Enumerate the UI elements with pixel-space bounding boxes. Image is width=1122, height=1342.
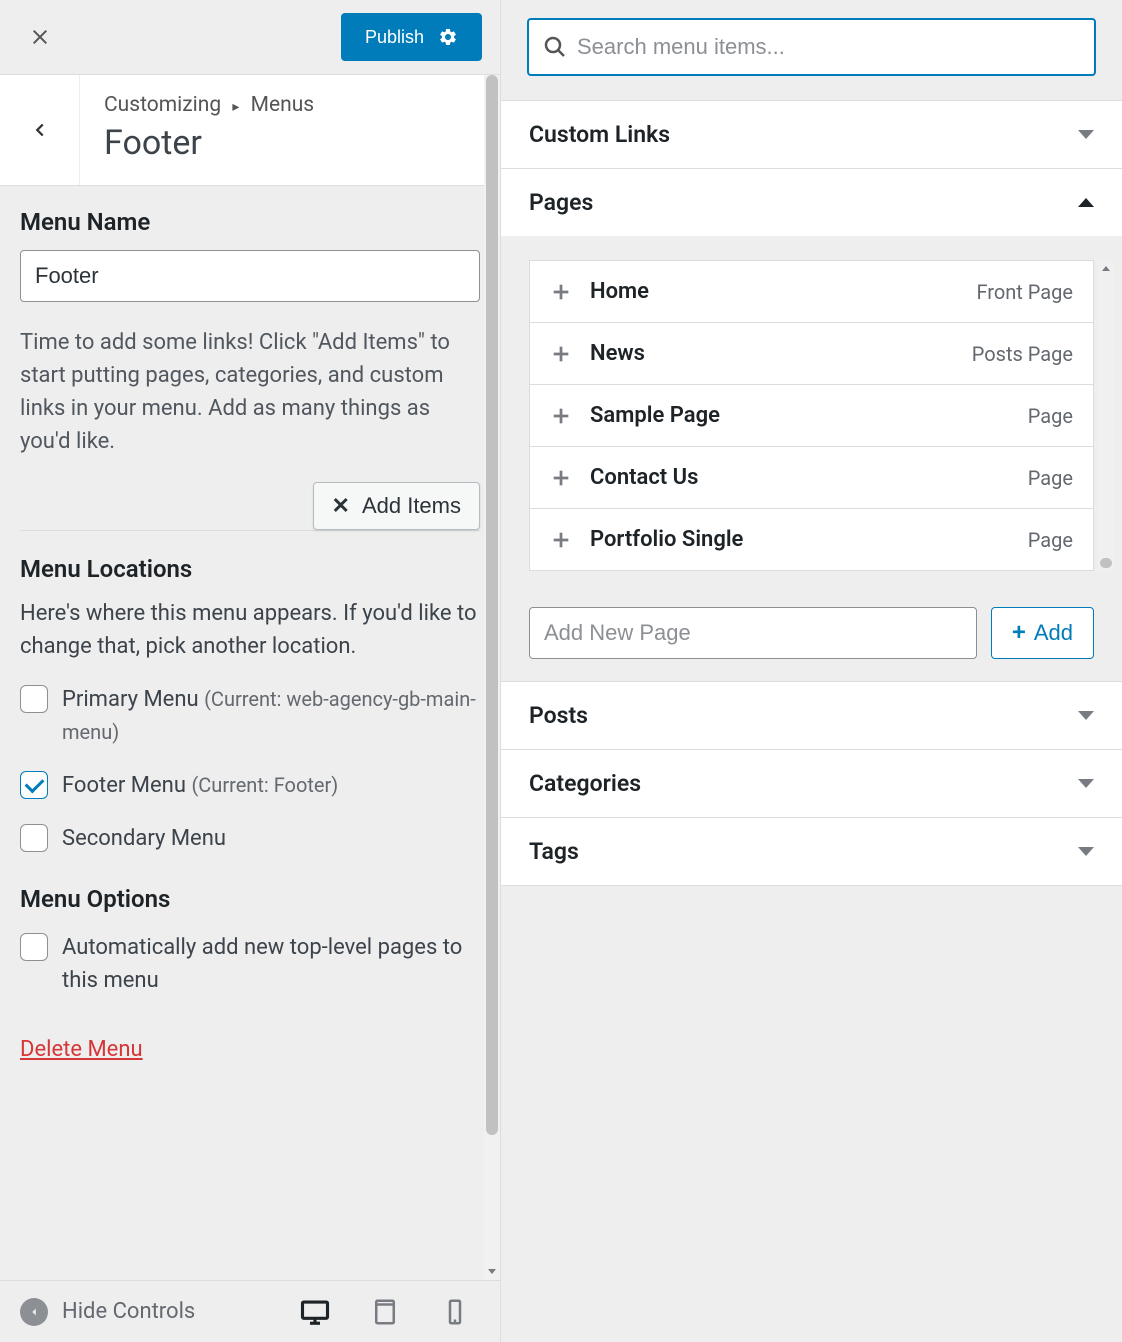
primary-menu-checkbox[interactable] <box>20 685 48 713</box>
accordion-categories[interactable]: Categories <box>501 750 1122 817</box>
chevron-down-icon <box>1078 779 1094 788</box>
back-button[interactable] <box>0 75 80 185</box>
add-items-description: Time to add some links! Click "Add Items… <box>20 326 480 458</box>
page-type: Page <box>1028 528 1073 552</box>
publish-button[interactable]: Publish <box>341 13 482 61</box>
collapse-icon <box>20 1298 48 1326</box>
page-type: Page <box>1028 466 1073 490</box>
caret-right-icon: ▸ <box>232 99 239 115</box>
menu-name-input[interactable] <box>20 250 480 302</box>
page-title: Contact Us <box>590 465 1028 490</box>
desktop-icon[interactable] <box>300 1297 330 1327</box>
menu-locations-title: Menu Locations <box>20 555 480 583</box>
accordion-title: Tags <box>529 838 579 865</box>
chevron-down-icon <box>1078 130 1094 139</box>
primary-menu-label: Primary Menu <box>62 687 199 712</box>
tablet-icon[interactable] <box>370 1297 400 1327</box>
accordion-title: Categories <box>529 770 641 797</box>
plus-icon <box>550 405 572 427</box>
x-icon: ✕ <box>332 493 350 519</box>
scrollbar[interactable] <box>484 75 500 1280</box>
add-items-button[interactable]: ✕ Add Items <box>313 482 480 530</box>
close-button[interactable] <box>0 0 80 75</box>
footer-menu-hint: (Current: Footer) <box>191 773 338 797</box>
page-title: Footer <box>104 123 476 163</box>
plus-icon <box>550 529 572 551</box>
mobile-icon[interactable] <box>440 1297 470 1327</box>
accordion-tags[interactable]: Tags <box>501 818 1122 885</box>
accordion-title: Pages <box>529 189 593 216</box>
page-item-news[interactable]: News Posts Page <box>530 323 1093 385</box>
add-new-page-input[interactable] <box>529 607 977 659</box>
search-input[interactable] <box>577 34 1080 60</box>
chevron-down-icon <box>1078 711 1094 720</box>
plus-icon <box>550 467 572 489</box>
page-title: Portfolio Single <box>590 527 1028 552</box>
page-item-portfolio[interactable]: Portfolio Single Page <box>530 509 1093 570</box>
chevron-left-icon <box>29 119 51 141</box>
menu-options-title: Menu Options <box>20 885 480 913</box>
breadcrumb-section: Menus <box>251 93 314 117</box>
page-title: Home <box>590 279 976 304</box>
breadcrumb-parent: Customizing <box>104 93 221 117</box>
hide-controls-label: Hide Controls <box>62 1299 195 1324</box>
add-page-button[interactable]: + Add <box>991 607 1094 659</box>
auto-add-checkbox[interactable] <box>20 933 48 961</box>
publish-label: Publish <box>365 27 424 48</box>
hide-controls-button[interactable]: Hide Controls <box>20 1298 195 1326</box>
scrollbar-arrow-down-icon[interactable] <box>486 1264 498 1278</box>
footer-menu-checkbox[interactable] <box>20 771 48 799</box>
gear-icon <box>438 27 458 47</box>
auto-add-label: Automatically add new top-level pages to… <box>62 931 480 997</box>
add-items-label: Add Items <box>362 493 461 519</box>
chevron-up-icon <box>1078 198 1094 207</box>
page-item-sample[interactable]: Sample Page Page <box>530 385 1093 447</box>
page-item-home[interactable]: Home Front Page <box>530 261 1093 323</box>
page-type: Posts Page <box>972 342 1073 366</box>
page-item-contact[interactable]: Contact Us Page <box>530 447 1093 509</box>
accordion-title: Posts <box>529 702 588 729</box>
delete-menu-link[interactable]: Delete Menu <box>20 1037 143 1062</box>
chevron-down-icon <box>1078 847 1094 856</box>
scrollbar-thumb[interactable] <box>1100 558 1112 568</box>
accordion-custom-links[interactable]: Custom Links <box>501 101 1122 168</box>
page-type: Front Page <box>976 280 1073 304</box>
menu-name-label: Menu Name <box>20 208 480 236</box>
plus-icon <box>550 281 572 303</box>
secondary-menu-checkbox[interactable] <box>20 824 48 852</box>
plus-icon <box>550 343 572 365</box>
scrollbar-thumb[interactable] <box>486 75 498 1135</box>
accordion-posts[interactable]: Posts <box>501 682 1122 749</box>
menu-locations-description: Here's where this menu appears. If you'd… <box>20 597 480 663</box>
add-button-label: Add <box>1034 620 1073 646</box>
accordion-title: Custom Links <box>529 121 670 148</box>
accordion-pages[interactable]: Pages <box>501 169 1122 236</box>
search-icon <box>543 35 567 59</box>
breadcrumb: Customizing ▸ Menus <box>104 93 476 117</box>
pages-scrollbar[interactable] <box>1098 260 1114 571</box>
secondary-menu-label: Secondary Menu <box>62 826 226 851</box>
pages-list: Home Front Page News Posts Page Sample P… <box>529 260 1094 571</box>
footer-menu-label: Footer Menu <box>62 773 186 798</box>
close-icon <box>28 25 52 49</box>
search-box[interactable] <box>527 18 1096 76</box>
page-title: News <box>590 341 972 366</box>
scrollbar-arrow-up-icon[interactable] <box>1100 262 1112 274</box>
plus-icon: + <box>1012 619 1026 647</box>
page-type: Page <box>1028 404 1073 428</box>
page-title: Sample Page <box>590 403 1028 428</box>
